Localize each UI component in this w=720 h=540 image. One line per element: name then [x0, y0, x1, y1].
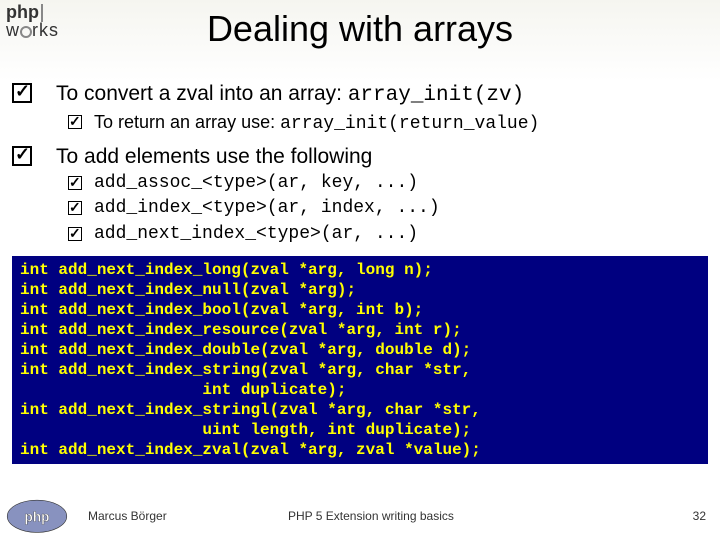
checkbox-icon — [68, 227, 82, 241]
checkbox-icon — [68, 176, 82, 190]
slide-content: To convert a zval into an array: array_i… — [12, 80, 708, 464]
slide-title: Dealing with arrays — [0, 0, 720, 50]
bullet-text: To convert a zval into an array: array_i… — [56, 80, 524, 109]
sub-bullet-item: To return an array use: array_init(retur… — [68, 111, 708, 136]
sub-bullet-item: add_index_<type>(ar, index, ...) — [68, 197, 708, 220]
bullet-item: To convert a zval into an array: array_i… — [12, 80, 708, 109]
logo-line1: php — [6, 2, 39, 22]
footer-page-number: 32 — [680, 509, 720, 523]
bullet-item: To add elements use the following — [12, 143, 708, 170]
checkbox-icon — [12, 83, 32, 103]
footer-title: PHP 5 Extension writing basics — [288, 509, 680, 523]
php-logo-icon: php — [6, 498, 68, 534]
sub-bullet-text: To return an array use: array_init(retur… — [94, 111, 539, 136]
gear-icon — [20, 26, 32, 38]
sub-bullet-text: add_index_<type>(ar, index, ...) — [94, 197, 440, 220]
svg-text:php: php — [25, 509, 50, 524]
footer-author: Marcus Börger — [88, 509, 288, 523]
checkbox-icon — [12, 146, 32, 166]
sub-bullet-text: add_assoc_<type>(ar, key, ...) — [94, 172, 418, 195]
bullet-text: To add elements use the following — [56, 143, 372, 170]
sub-bullet-item: add_next_index_<type>(ar, ...) — [68, 223, 708, 246]
conference-logo: php wrks — [6, 4, 59, 39]
sub-bullet-item: add_assoc_<type>(ar, key, ...) — [68, 172, 708, 195]
checkbox-icon — [68, 201, 82, 215]
code-block: int add_next_index_long(zval *arg, long … — [12, 256, 708, 464]
slide-footer: php Marcus Börger PHP 5 Extension writin… — [0, 498, 720, 534]
sub-bullet-text: add_next_index_<type>(ar, ...) — [94, 223, 418, 246]
checkbox-icon — [68, 115, 82, 129]
